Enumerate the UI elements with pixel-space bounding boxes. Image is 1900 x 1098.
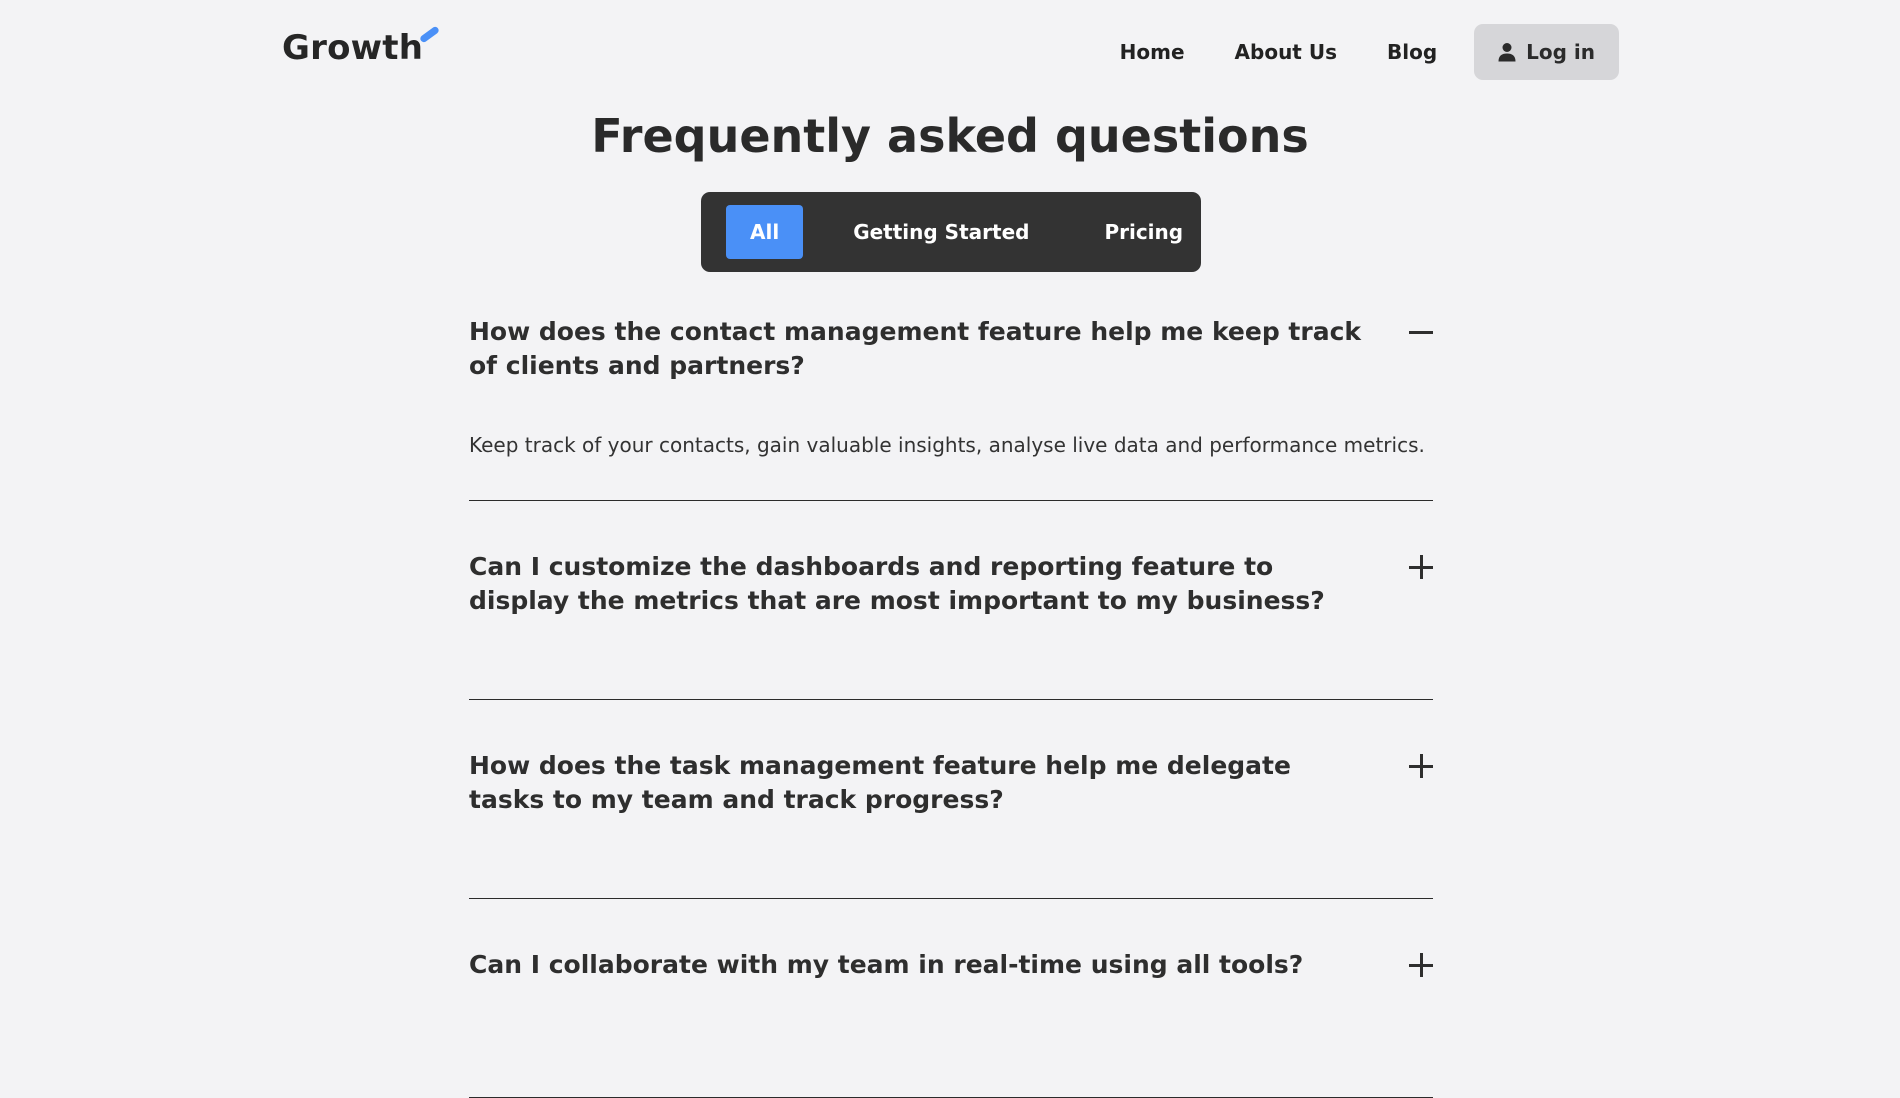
nav-home-link[interactable]: Home xyxy=(1120,24,1185,80)
page-title: Frequently asked questions xyxy=(591,109,1309,163)
faq-question: Can I customize the dashboards and repor… xyxy=(469,552,1325,615)
minus-icon[interactable] xyxy=(1409,315,1433,349)
faq-item: Can I customize the dashboards and repor… xyxy=(469,501,1433,700)
faq-question-row[interactable]: How does the contact management feature … xyxy=(469,315,1433,383)
faq-answer: Keep track of your contacts, gain valuab… xyxy=(469,433,1425,457)
faq-category-tabs: All Getting Started Pricing xyxy=(701,192,1201,272)
faq-question: Can I collaborate with my team in real-t… xyxy=(469,950,1304,979)
faq-item: How does the task management feature hel… xyxy=(469,700,1433,899)
login-label: Log in xyxy=(1526,40,1595,64)
faq-question: How does the task management feature hel… xyxy=(469,751,1291,814)
nav-blog-link[interactable]: Blog xyxy=(1387,24,1437,80)
user-icon xyxy=(1498,43,1516,62)
faq-list: How does the contact management feature … xyxy=(469,315,1433,1098)
logo-text[interactable]: Growth xyxy=(282,26,423,70)
login-button[interactable]: Log in xyxy=(1474,24,1619,80)
faq-question: How does the contact management feature … xyxy=(469,317,1362,380)
faq-question-row[interactable]: How does the task management feature hel… xyxy=(469,700,1433,817)
plus-icon[interactable] xyxy=(1409,749,1433,783)
nav-about-link[interactable]: About Us xyxy=(1235,24,1337,80)
tab-all[interactable]: All xyxy=(726,205,804,259)
tab-getting-started[interactable]: Getting Started xyxy=(828,205,1054,259)
plus-icon[interactable] xyxy=(1409,948,1433,982)
faq-item: Can I collaborate with my team in real-t… xyxy=(469,899,1433,1098)
site-header: Growth Home About Us Blog Log in xyxy=(0,0,1900,100)
main-nav: Home About Us Blog Log in xyxy=(1120,24,1619,80)
faq-question-row[interactable]: Can I collaborate with my team in real-t… xyxy=(469,899,1433,982)
faq-item: How does the contact management feature … xyxy=(469,315,1433,501)
plus-icon[interactable] xyxy=(1409,550,1433,584)
faq-question-row[interactable]: Can I customize the dashboards and repor… xyxy=(469,501,1433,618)
tab-pricing[interactable]: Pricing xyxy=(1079,205,1208,259)
